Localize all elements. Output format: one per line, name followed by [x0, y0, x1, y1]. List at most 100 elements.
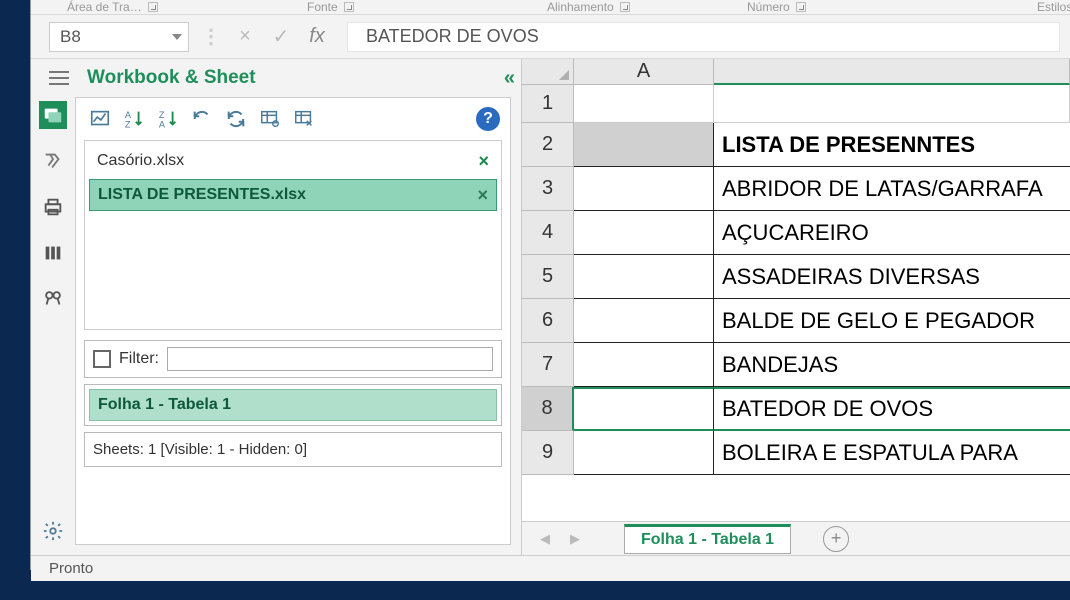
status-bar: Pronto	[31, 555, 1070, 581]
settings-icon[interactable]	[39, 517, 67, 545]
print-tab-icon[interactable]	[39, 193, 67, 221]
filter-row: Filter:	[84, 340, 502, 378]
svg-text:A: A	[159, 119, 166, 129]
next-sheet-icon[interactable]: ▶	[564, 531, 586, 547]
workbook-tab-icon[interactable]	[39, 101, 67, 129]
sheet-stats: Sheets: 1 [Visible: 1 - Hidden: 0]	[84, 432, 502, 467]
grid-row: 7 BANDEJAS	[522, 343, 1070, 387]
grid-row: 4 AÇUCAREIRO	[522, 211, 1070, 255]
formula-input[interactable]: BATEDOR DE OVOS	[347, 22, 1060, 52]
spreadsheet-grid[interactable]: A 1 2 LISTA DE PRESENNTES 3 ABRIDOR DE	[521, 59, 1070, 555]
row-header[interactable]: 2	[522, 123, 574, 167]
table-edit-icon[interactable]	[290, 105, 318, 133]
history-tab-icon[interactable]	[39, 147, 67, 175]
workbook-name: Casório.xlsx	[97, 152, 184, 170]
cell[interactable]	[574, 123, 714, 167]
pane-toolbar: AZ ZA ?	[76, 98, 510, 140]
svg-text:Z: Z	[125, 119, 131, 129]
row-header[interactable]: 1	[522, 85, 574, 123]
dialog-launcher-icon[interactable]	[620, 2, 630, 12]
ribbon-group-labels: Área de Tra… Fonte Alinhamento Número Es…	[31, 0, 1070, 14]
grid-row: 6 BALDE DE GELO E PEGADOR	[522, 299, 1070, 343]
dialog-launcher-icon[interactable]	[796, 2, 806, 12]
close-workbook-icon[interactable]: ×	[477, 185, 488, 206]
pane-title: Workbook & Sheet	[87, 67, 504, 89]
refresh-all-icon[interactable]	[222, 105, 250, 133]
accept-formula-icon[interactable]: ✓	[269, 24, 293, 49]
columns-tab-icon[interactable]	[39, 239, 67, 267]
close-workbook-icon[interactable]: ×	[478, 151, 489, 172]
help-icon[interactable]: ?	[476, 107, 500, 131]
cell[interactable]	[574, 167, 714, 211]
status-text: Pronto	[49, 560, 93, 577]
cell[interactable]	[574, 387, 714, 431]
find-tab-icon[interactable]	[39, 285, 67, 313]
column-header-b[interactable]	[714, 59, 1070, 85]
fx-icon[interactable]: fx	[305, 25, 329, 48]
cell[interactable]	[574, 343, 714, 387]
cell[interactable]: LISTA DE PRESENNTES	[714, 123, 1070, 167]
sort-asc-icon[interactable]: AZ	[120, 105, 148, 133]
cell[interactable]	[574, 211, 714, 255]
chevron-down-icon[interactable]	[172, 34, 182, 40]
cell-reference: B8	[60, 27, 81, 47]
cell[interactable]: BOLEIRA E ESPATULA PARA	[714, 431, 1070, 475]
row-header[interactable]: 4	[522, 211, 574, 255]
collapse-pane-icon[interactable]: «	[504, 67, 509, 90]
dialog-launcher-icon[interactable]	[148, 2, 158, 12]
menu-icon[interactable]	[49, 71, 69, 85]
row-header[interactable]: 7	[522, 343, 574, 387]
cell[interactable]	[574, 299, 714, 343]
grid-row: 1	[522, 85, 1070, 123]
dialog-launcher-icon[interactable]	[344, 2, 354, 12]
filter-input[interactable]	[167, 347, 493, 371]
sheet-item-active[interactable]: Folha 1 - Tabela 1	[89, 389, 497, 421]
name-box[interactable]: B8	[49, 22, 189, 52]
side-strip	[31, 97, 75, 555]
prev-sheet-icon[interactable]: ◀	[534, 531, 556, 547]
column-header-a[interactable]: A	[574, 59, 714, 85]
pane-card: AZ ZA ? Casório.xlsx ×	[75, 97, 511, 545]
separator: ⋮	[201, 24, 221, 49]
cell[interactable]	[574, 255, 714, 299]
workbook-item-active[interactable]: LISTA DE PRESENTES.xlsx ×	[89, 179, 497, 211]
sheet-list: Folha 1 - Tabela 1	[84, 384, 502, 426]
cell[interactable]: AÇUCAREIRO	[714, 211, 1070, 255]
filter-label: Filter:	[119, 350, 159, 368]
cell[interactable]: ASSADEIRAS DIVERSAS	[714, 255, 1070, 299]
grid-rows: 1 2 LISTA DE PRESENNTES 3 ABRIDOR DE LAT…	[522, 85, 1070, 521]
row-header[interactable]: 6	[522, 299, 574, 343]
add-sheet-button[interactable]: +	[823, 526, 849, 552]
workbook-list: Casório.xlsx × LISTA DE PRESENTES.xlsx ×	[84, 140, 502, 330]
workbook-name: LISTA DE PRESENTES.xlsx	[98, 186, 306, 204]
row-header[interactable]: 9	[522, 431, 574, 475]
sidebar-pane: Workbook & Sheet «	[31, 59, 521, 555]
row-header[interactable]: 3	[522, 167, 574, 211]
workbook-item[interactable]: Casório.xlsx ×	[89, 145, 497, 177]
cell[interactable]: ABRIDOR DE LATAS/GARRAFA	[714, 167, 1070, 211]
grid-row: 3 ABRIDOR DE LATAS/GARRAFA	[522, 167, 1070, 211]
table-settings-icon[interactable]	[256, 105, 284, 133]
grid-row: 9 BOLEIRA E ESPATULA PARA	[522, 431, 1070, 475]
row-header[interactable]: 5	[522, 255, 574, 299]
refresh-icon[interactable]	[188, 105, 216, 133]
chart-icon[interactable]	[86, 105, 114, 133]
cancel-formula-icon[interactable]: ×	[233, 25, 257, 48]
grid-row-selected: 8 BATEDOR DE OVOS	[522, 387, 1070, 431]
cell[interactable]: BANDEJAS	[714, 343, 1070, 387]
cell[interactable]	[714, 85, 1070, 123]
row-header[interactable]: 8	[522, 387, 574, 431]
cell[interactable]: BALDE DE GELO E PEGADOR	[714, 299, 1070, 343]
app-window: Área de Tra… Fonte Alinhamento Número Es…	[30, 0, 1070, 570]
grid-row: 5 ASSADEIRAS DIVERSAS	[522, 255, 1070, 299]
sort-desc-icon[interactable]: ZA	[154, 105, 182, 133]
cell[interactable]	[574, 431, 714, 475]
sheet-tabs-bar: ◀ ▶ Folha 1 - Tabela 1 +	[522, 521, 1070, 555]
select-all-corner[interactable]	[522, 59, 574, 85]
formula-bar-row: B8 ⋮ × ✓ fx BATEDOR DE OVOS	[31, 15, 1070, 59]
grid-row: 2 LISTA DE PRESENNTES	[522, 123, 1070, 167]
sheet-tab-active[interactable]: Folha 1 - Tabela 1	[624, 524, 791, 554]
filter-checkbox[interactable]	[93, 350, 111, 368]
cell[interactable]	[574, 85, 714, 123]
cell-selected[interactable]: BATEDOR DE OVOS	[714, 387, 1070, 431]
